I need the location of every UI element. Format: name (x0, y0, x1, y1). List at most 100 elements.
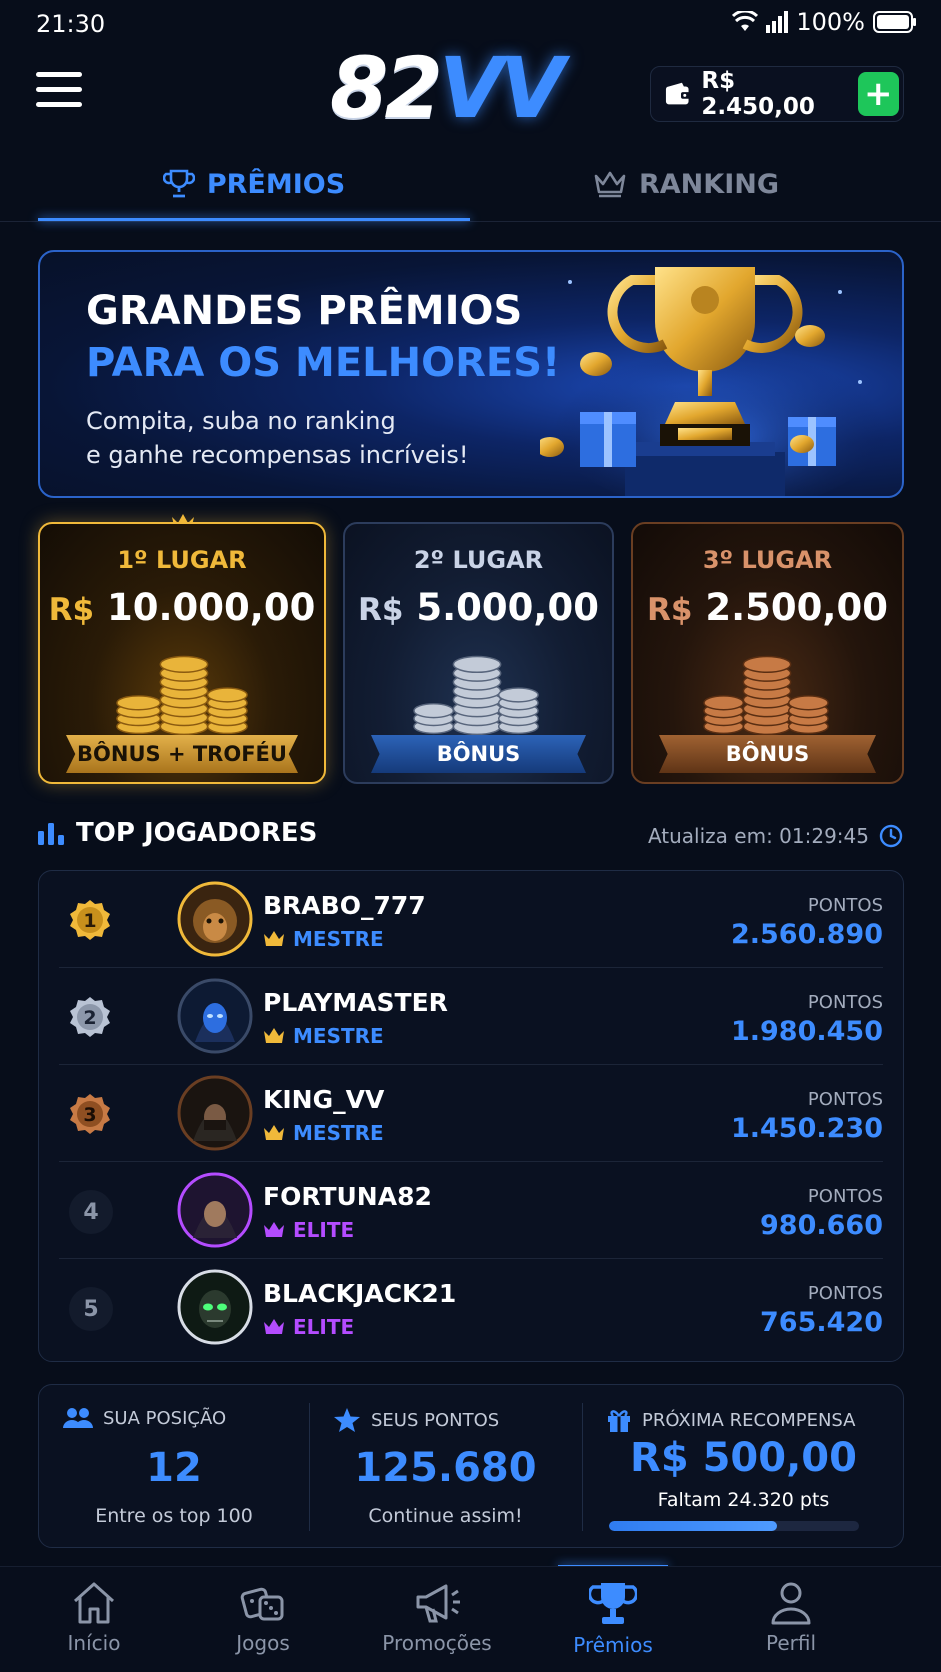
menu-icon-line (36, 87, 82, 92)
stat-next-reward-sub: Faltam 24.320 pts (657, 1489, 830, 1511)
status-time: 21:30 (36, 10, 106, 38)
crown-icon (264, 931, 284, 946)
points-label: PONTOS (807, 1283, 883, 1304)
prize-reward-ribbon: BÔNUS (659, 735, 876, 773)
prize-place: 2º LUGAR (413, 546, 544, 574)
update-timer: Atualiza em: 01:29:45 (648, 824, 903, 848)
silver-coins-icon (413, 655, 539, 736)
prize-card-third[interactable]: 3º LUGAR R$ 2.500,00 BÔNUS (631, 522, 904, 784)
tab-ranking[interactable]: RANKING (470, 146, 902, 222)
rank-number: 5 (69, 1287, 113, 1331)
prize-reward-ribbon: BÔNUS (371, 735, 586, 773)
nav-perfil[interactable]: Perfil (697, 1567, 885, 1672)
player-points: 2.560.890 (730, 919, 883, 950)
crown-icon (264, 1028, 284, 1043)
battery-percent: 100% (796, 8, 865, 36)
svg-text:3: 3 (83, 1104, 96, 1126)
crown-icon (594, 171, 626, 198)
add-funds-button[interactable]: + (857, 72, 899, 116)
promo-banner: GRANDES PRÊMIOS PARA OS MELHORES! Compit… (38, 250, 904, 498)
stat-position: SUA POSIÇÃO 12 Entre os top 100 (39, 1385, 309, 1549)
points-label: PONTOS (807, 992, 883, 1013)
banner-subtitle: Compita, suba no ranking e ganhe recompe… (86, 404, 506, 472)
prize-card-first[interactable]: 1º LUGAR R$ 10.000,00 BÔNUS + TROFÉU (38, 522, 326, 784)
trophy-illustration (540, 267, 890, 496)
top-players-title-text: TOP JOGADORES (76, 818, 318, 848)
stat-position-value: 12 (146, 1445, 202, 1491)
users-icon (63, 1408, 93, 1428)
wallet-balance[interactable]: R$ 2.450,00 + (650, 66, 904, 122)
wallet-icon (665, 82, 691, 105)
ranking-row[interactable]: 2 PLAYMASTER MESTRE PONTOS 1.980.450 (59, 968, 883, 1065)
silver-medal-icon: 2 (70, 997, 110, 1037)
stat-points-sub: Continue assim! (368, 1505, 523, 1527)
ranking-row[interactable]: 5 BLACKJACK21 ELITE PONTOS 765.420 (59, 1259, 883, 1356)
bar-chart-icon (38, 823, 64, 845)
avatar (177, 881, 253, 957)
banner-title-line1: GRANDES PRÊMIOS (86, 288, 523, 334)
nav-premios[interactable]: Prêmios (519, 1567, 707, 1672)
player-points: 980.660 (760, 1210, 883, 1241)
stat-position-sub: Entre os top 100 (95, 1505, 253, 1527)
player-name: BRABO_777 (263, 891, 426, 920)
ranking-row[interactable]: 4 FORTUNA82 ELITE PONTOS 980.660 (59, 1162, 883, 1259)
status-indicators: 100% (732, 8, 917, 36)
active-tab-indicator (38, 218, 470, 221)
reward-progress-fill (609, 1521, 777, 1531)
ranking-row[interactable]: 1 BRABO_777 MESTRE PONTOS 2.560.890 (59, 871, 883, 968)
menu-button[interactable] (36, 72, 82, 112)
signal-icon (766, 11, 789, 33)
dice-icon (240, 1587, 284, 1621)
player-tier: MESTRE (263, 1024, 384, 1048)
prize-amount: R$ 10.000,00 (48, 586, 316, 629)
logo-number: 82 (330, 39, 443, 137)
avatar (177, 1172, 253, 1248)
avatar (177, 978, 253, 1054)
avatar (177, 1269, 253, 1345)
user-icon (771, 1582, 811, 1625)
points-label: PONTOS (807, 1089, 883, 1110)
wallet-amount: R$ 2.450,00 (701, 68, 815, 120)
prize-amount: R$ 2.500,00 (647, 586, 888, 629)
banner-title-line2: PARA OS MELHORES! (86, 340, 561, 386)
tab-premios[interactable]: PRÊMIOS (38, 146, 470, 222)
svg-text:1: 1 (83, 910, 96, 932)
menu-icon-line (36, 72, 82, 77)
wifi-icon (732, 11, 759, 31)
stat-points-head: SEUS PONTOS (333, 1407, 499, 1433)
prize-reward-ribbon: BÔNUS + TROFÉU (66, 735, 298, 773)
bronze-coins-icon (703, 655, 829, 736)
menu-icon-line (36, 102, 82, 107)
player-points: 765.420 (760, 1307, 883, 1338)
prize-card-second[interactable]: 2º LUGAR R$ 5.000,00 BÔNUS (343, 522, 614, 784)
player-tier: ELITE (263, 1315, 354, 1339)
gift-icon (608, 1410, 630, 1432)
brand-logo[interactable]: 82VV (330, 46, 565, 130)
svg-text:2: 2 (83, 1007, 96, 1029)
battery-icon (873, 11, 916, 33)
nav-promocoes[interactable]: Promoções (343, 1567, 531, 1672)
points-label: PONTOS (807, 1186, 883, 1207)
prize-amount: R$ 5.000,00 (358, 586, 599, 629)
stat-points: SEUS PONTOS 125.680 Continue assim! (309, 1385, 582, 1549)
logo-letters: VV (438, 39, 565, 137)
player-tier: ELITE (263, 1218, 354, 1242)
player-name: BLACKJACK21 (263, 1279, 457, 1308)
reward-progress-bar (609, 1521, 859, 1531)
crown-icon (264, 1222, 284, 1237)
bottom-navigation: Início Jogos Promoções Prêmios Perfil (0, 1566, 941, 1672)
tab-premios-label: PRÊMIOS (206, 168, 346, 200)
player-name: PLAYMASTER (263, 988, 448, 1017)
nav-inicio[interactable]: Início (0, 1567, 188, 1672)
clock-icon (879, 824, 903, 848)
ranking-row[interactable]: 3 KING_VV MESTRE PONTOS 1.450.230 (59, 1065, 883, 1162)
home-icon (73, 1582, 115, 1624)
prize-place: 1º LUGAR (117, 546, 247, 574)
tab-ranking-label: RANKING (638, 168, 779, 200)
stat-next-reward-value: R$ 500,00 (630, 1435, 857, 1481)
update-timer-text: Atualiza em: 01:29:45 (647, 824, 869, 848)
nav-jogos[interactable]: Jogos (169, 1567, 357, 1672)
top-players-title: TOP JOGADORES (38, 818, 317, 848)
stat-points-value: 125.680 (354, 1445, 537, 1491)
crown-icon (264, 1319, 284, 1334)
